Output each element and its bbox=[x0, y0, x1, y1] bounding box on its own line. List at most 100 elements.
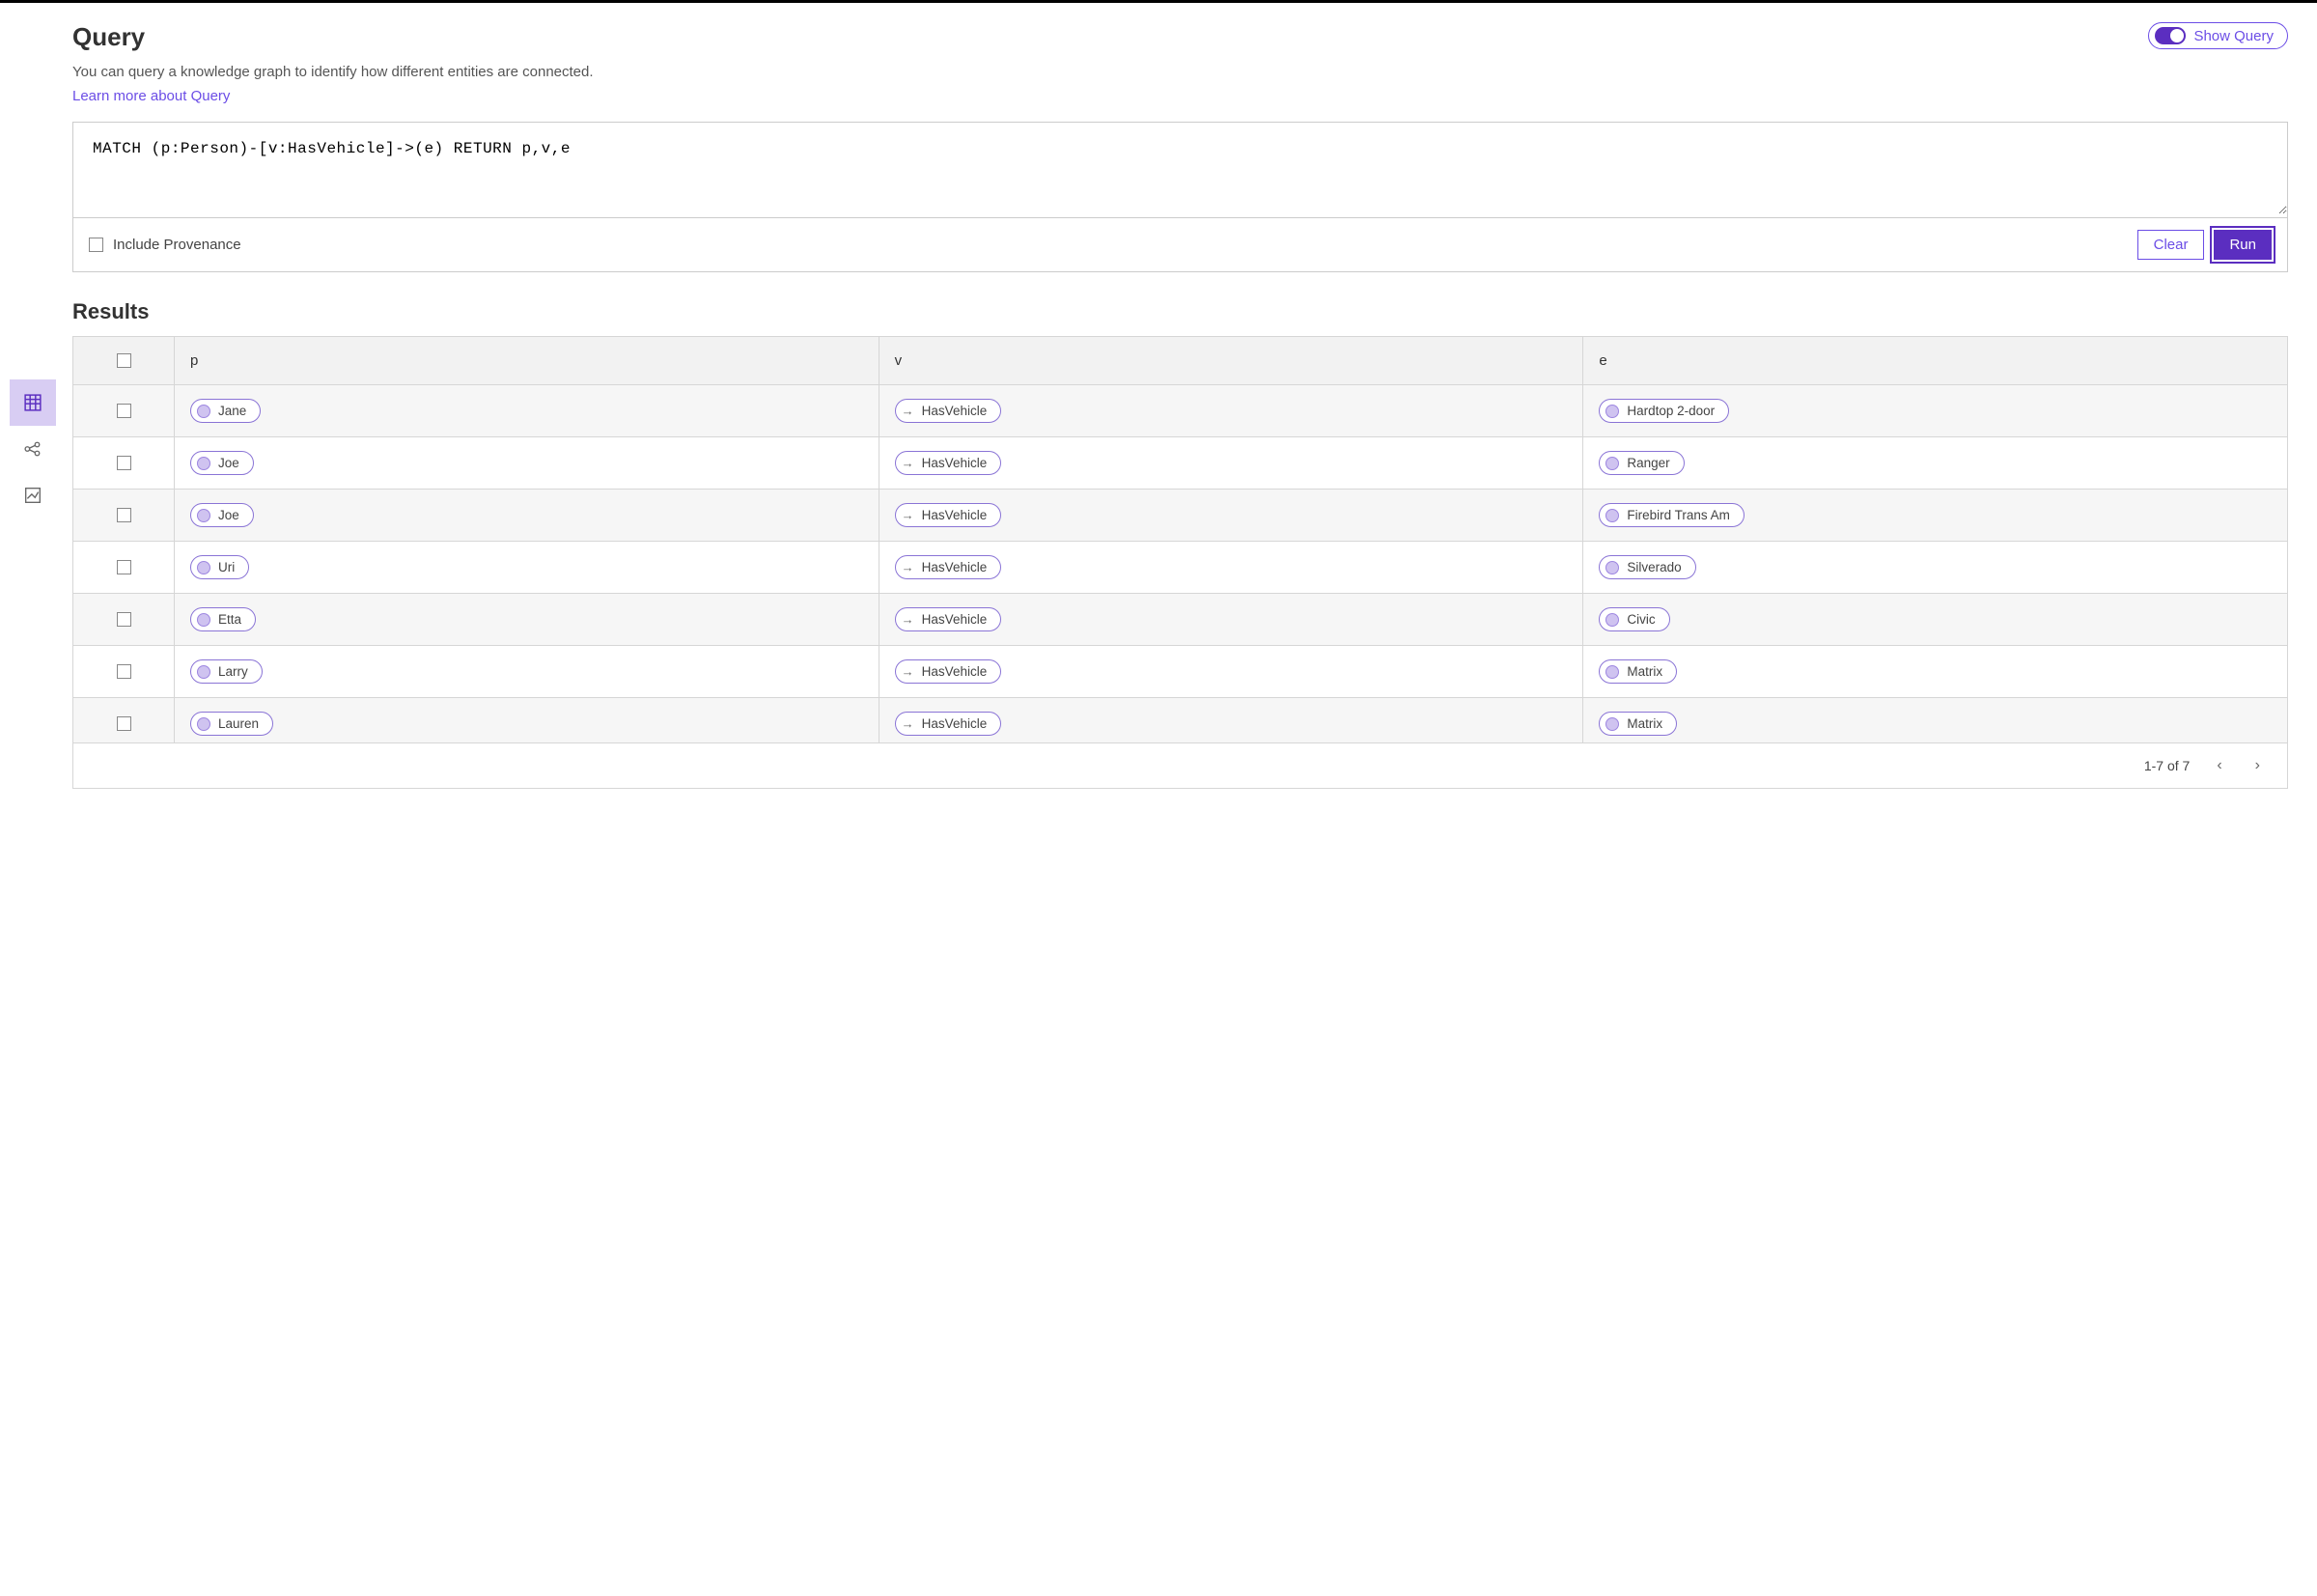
arrow-icon: → bbox=[902, 716, 914, 731]
include-provenance-checkbox[interactable]: Include Provenance bbox=[89, 237, 241, 253]
relationship-pill[interactable]: →HasVehicle bbox=[895, 451, 1002, 475]
arrow-icon: → bbox=[902, 612, 914, 627]
entity-pill[interactable]: Hardtop 2-door bbox=[1599, 399, 1729, 423]
entity-dot-icon bbox=[197, 561, 210, 574]
table-row[interactable]: Joe →HasVehicle Firebird Trans Am bbox=[73, 490, 2287, 542]
arrow-icon: → bbox=[902, 404, 914, 418]
entity-dot-icon bbox=[1605, 613, 1619, 627]
pill-label: Larry bbox=[218, 664, 248, 679]
entity-pill[interactable]: Joe bbox=[190, 503, 254, 527]
pill-label: HasVehicle bbox=[922, 664, 988, 679]
row-checkbox[interactable] bbox=[117, 612, 131, 627]
row-checkbox[interactable] bbox=[117, 456, 131, 470]
entity-dot-icon bbox=[1605, 665, 1619, 679]
run-button[interactable]: Run bbox=[2214, 230, 2272, 260]
pager-status: 1-7 of 7 bbox=[2144, 758, 2190, 773]
row-checkbox[interactable] bbox=[117, 664, 131, 679]
table-row[interactable]: Jane → HasVehicle Hardtop 2-door bbox=[73, 385, 2287, 437]
relationship-pill[interactable]: → HasVehicle bbox=[895, 712, 1002, 736]
table-row[interactable]: Larry → HasVehicle Matrix bbox=[73, 646, 2287, 698]
pill-label: Etta bbox=[218, 612, 241, 627]
entity-dot-icon bbox=[197, 457, 210, 470]
row-checkbox[interactable] bbox=[117, 716, 131, 731]
table-row[interactable]: Uri → HasVehicle Silverado bbox=[73, 542, 2287, 594]
table-row[interactable]: Joe →HasVehicle Ranger bbox=[73, 437, 2287, 490]
relationship-pill[interactable]: → HasVehicle bbox=[895, 399, 1002, 423]
relationship-pill[interactable]: →HasVehicle bbox=[895, 503, 1002, 527]
pill-label: HasVehicle bbox=[922, 456, 988, 470]
entity-pill[interactable]: Lauren bbox=[190, 712, 273, 736]
entity-dot-icon bbox=[197, 509, 210, 522]
query-editor: Include Provenance Clear Run bbox=[72, 122, 2288, 272]
entity-dot-icon bbox=[197, 665, 210, 679]
column-header-v[interactable]: v bbox=[879, 337, 1584, 384]
pill-label: Uri bbox=[218, 560, 235, 574]
pill-label: HasVehicle bbox=[922, 560, 988, 574]
learn-more-link[interactable]: Learn more about Query bbox=[72, 88, 230, 104]
column-header-e[interactable]: e bbox=[1583, 337, 2287, 384]
pill-label: Joe bbox=[218, 456, 239, 470]
arrow-icon: → bbox=[902, 664, 914, 679]
pill-label: Matrix bbox=[1627, 664, 1662, 679]
entity-pill[interactable]: Uri bbox=[190, 555, 249, 579]
table-row[interactable]: Etta → HasVehicle Civic bbox=[73, 594, 2287, 646]
table-row[interactable]: Lauren → HasVehicle Matrix bbox=[73, 698, 2287, 742]
results-title: Results bbox=[72, 299, 2288, 324]
entity-dot-icon bbox=[1605, 405, 1619, 418]
pill-label: Joe bbox=[218, 508, 239, 522]
pill-label: HasVehicle bbox=[922, 404, 988, 418]
row-checkbox[interactable] bbox=[117, 560, 131, 574]
entity-dot-icon bbox=[1605, 561, 1619, 574]
pill-label: Lauren bbox=[218, 716, 259, 731]
entity-pill[interactable]: Jane bbox=[190, 399, 261, 423]
entity-dot-icon bbox=[197, 717, 210, 731]
pill-label: HasVehicle bbox=[922, 612, 988, 627]
pill-label: Jane bbox=[218, 404, 246, 418]
entity-pill[interactable]: Silverado bbox=[1599, 555, 1695, 579]
entity-dot-icon bbox=[1605, 509, 1619, 522]
entity-pill[interactable]: Matrix bbox=[1599, 712, 1677, 736]
page-subtitle: You can query a knowledge graph to ident… bbox=[72, 64, 594, 80]
query-input[interactable] bbox=[73, 123, 2287, 214]
entity-pill[interactable]: Larry bbox=[190, 659, 263, 684]
row-checkbox[interactable] bbox=[117, 508, 131, 522]
relationship-pill[interactable]: → HasVehicle bbox=[895, 555, 1002, 579]
pager-next[interactable]: › bbox=[2249, 757, 2266, 774]
relationship-pill[interactable]: → HasVehicle bbox=[895, 607, 1002, 631]
include-provenance-label: Include Provenance bbox=[113, 237, 241, 253]
table-header-row: p v e bbox=[73, 337, 2287, 385]
entity-pill[interactable]: Matrix bbox=[1599, 659, 1677, 684]
row-checkbox[interactable] bbox=[117, 404, 131, 418]
entity-pill[interactable]: Civic bbox=[1599, 607, 1669, 631]
pill-label: HasVehicle bbox=[922, 716, 988, 731]
pill-label: Hardtop 2-door bbox=[1627, 404, 1715, 418]
show-query-toggle[interactable]: Show Query bbox=[2148, 22, 2288, 49]
pager: 1-7 of 7 ‹ › bbox=[73, 742, 2287, 788]
entity-pill[interactable]: Ranger bbox=[1599, 451, 1684, 475]
arrow-icon: → bbox=[902, 508, 914, 522]
checkbox-icon bbox=[89, 238, 103, 252]
entity-dot-icon bbox=[197, 613, 210, 627]
pager-prev[interactable]: ‹ bbox=[2211, 757, 2227, 774]
page-title: Query bbox=[72, 22, 594, 52]
select-all-checkbox[interactable] bbox=[117, 353, 131, 368]
column-header-p[interactable]: p bbox=[175, 337, 879, 384]
entity-pill[interactable]: Firebird Trans Am bbox=[1599, 503, 1745, 527]
relationship-pill[interactable]: → HasVehicle bbox=[895, 659, 1002, 684]
graph-icon bbox=[24, 440, 42, 458]
table-view-button[interactable] bbox=[10, 379, 56, 426]
show-query-label: Show Query bbox=[2193, 28, 2274, 44]
graph-view-button[interactable] bbox=[10, 426, 56, 472]
arrow-icon: → bbox=[902, 560, 914, 574]
clear-button[interactable]: Clear bbox=[2137, 230, 2205, 260]
entity-pill[interactable]: Joe bbox=[190, 451, 254, 475]
pill-label: Matrix bbox=[1627, 716, 1662, 731]
view-rail bbox=[10, 22, 63, 789]
entity-dot-icon bbox=[1605, 457, 1619, 470]
results-table: p v e Jane→HasVehicleHardtop 2-doorJoe→H… bbox=[72, 336, 2288, 789]
toggle-switch-icon bbox=[2155, 27, 2186, 44]
entity-dot-icon bbox=[197, 405, 210, 418]
link-chart-view-button[interactable] bbox=[10, 472, 56, 518]
entity-pill[interactable]: Etta bbox=[190, 607, 256, 631]
entity-dot-icon bbox=[1605, 717, 1619, 731]
